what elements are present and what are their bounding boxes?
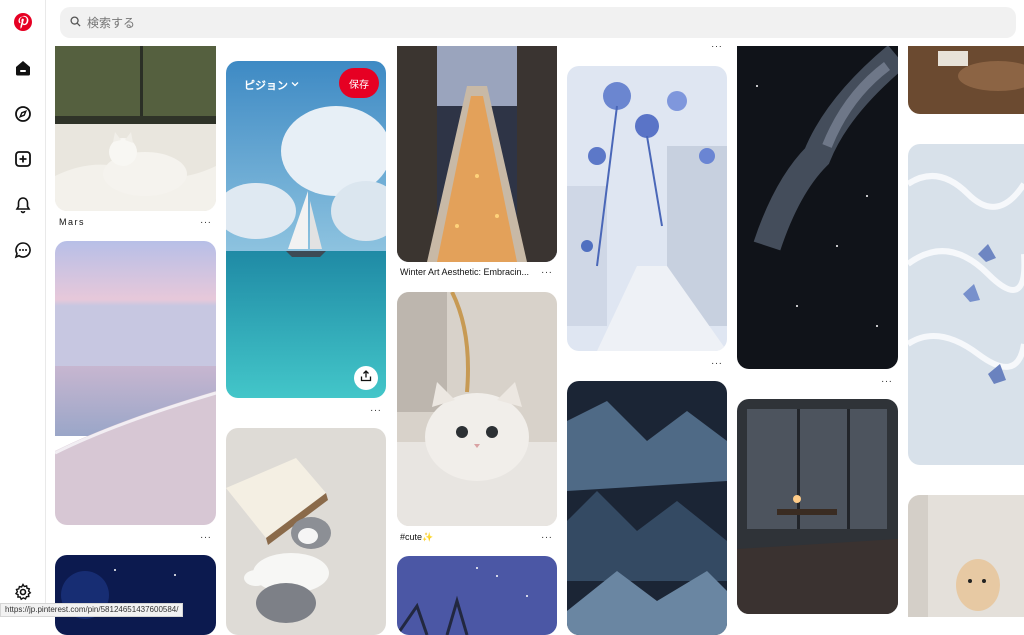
pin-caption[interactable]: Mars <box>59 217 85 227</box>
explore-icon[interactable] <box>11 102 35 126</box>
notifications-icon[interactable] <box>11 193 35 217</box>
sidebar <box>0 0 46 617</box>
more-options-icon[interactable]: ··· <box>200 535 212 541</box>
board-selector[interactable]: ピジョン <box>244 77 299 93</box>
chevron-down-icon <box>291 79 299 91</box>
pin-kitten-corner[interactable] <box>908 495 1024 617</box>
search-placeholder: 検索する <box>87 14 135 31</box>
pin-night-bedroom[interactable] <box>737 399 898 614</box>
search-input[interactable]: 検索する <box>60 7 1016 38</box>
pin-caption[interactable]: Winter Art Aesthetic: Embracin... <box>400 267 529 277</box>
messages-icon[interactable] <box>11 238 35 262</box>
more-options-icon[interactable]: ··· <box>541 270 553 276</box>
pin-winter-street[interactable] <box>397 46 557 262</box>
pin-wood-desk[interactable] <box>908 46 1024 114</box>
pin-night-tree[interactable] <box>397 556 557 635</box>
pin-sailboat[interactable]: ピジョン 保存 <box>226 61 386 398</box>
pinterest-logo-icon[interactable] <box>11 10 35 34</box>
pin-blue-flowers-street[interactable] <box>567 66 727 351</box>
create-icon[interactable] <box>11 147 35 171</box>
board-name: ピジョン <box>244 77 288 93</box>
more-options-icon[interactable]: ··· <box>370 408 382 414</box>
top-bar: 検索する <box>46 0 1024 46</box>
pin-dark-mountains[interactable] <box>567 381 727 635</box>
pin-night-sky-clouds[interactable] <box>737 46 898 369</box>
pin-water-butterflies[interactable] <box>908 144 1024 465</box>
status-bar-url: https://jp.pinterest.com/pin/58124651437… <box>0 603 183 617</box>
more-options-icon[interactable]: ··· <box>200 220 212 226</box>
pin-white-cat[interactable] <box>397 292 557 526</box>
more-options-icon[interactable]: ··· <box>881 379 893 385</box>
pin-pastel-beach[interactable] <box>55 241 216 525</box>
more-options-icon[interactable]: ··· <box>541 535 553 541</box>
home-icon[interactable] <box>11 56 35 80</box>
pin-caption[interactable]: #cute✨ <box>400 532 433 543</box>
share-icon <box>360 369 372 387</box>
pin-starry-sky[interactable] <box>55 555 216 635</box>
more-options-icon[interactable]: ··· <box>711 361 723 367</box>
pin-kitten-book[interactable] <box>226 428 386 635</box>
share-button[interactable] <box>354 366 378 390</box>
save-button[interactable]: 保存 <box>339 68 379 98</box>
settings-icon[interactable] <box>11 580 35 604</box>
search-icon <box>70 14 81 32</box>
pin-cat-window[interactable] <box>55 46 216 211</box>
